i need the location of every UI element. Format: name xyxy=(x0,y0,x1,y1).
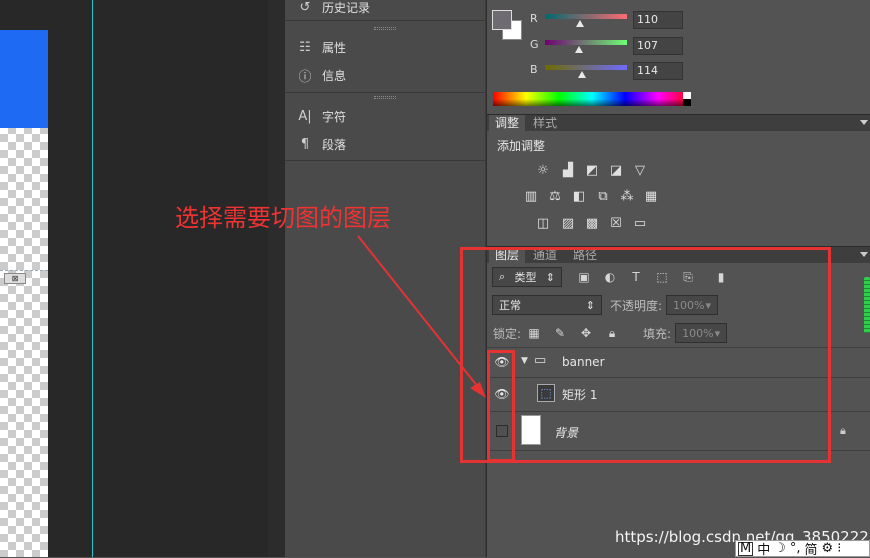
blue-channel-slider[interactable] xyxy=(545,65,627,70)
adjustments-title: 添加调整 xyxy=(497,139,546,153)
posterize-icon[interactable]: ▨ xyxy=(560,217,576,231)
hue-saturation-icon[interactable]: ▥ xyxy=(523,190,539,204)
paragraph-icon: ¶ xyxy=(300,136,310,152)
blue-value-field[interactable]: 114 xyxy=(633,62,683,80)
divider xyxy=(285,160,485,161)
tab-styles[interactable]: 样式 xyxy=(527,115,563,132)
threshold-icon[interactable]: ▩ xyxy=(584,217,600,231)
invert-icon[interactable]: ◫ xyxy=(535,217,551,231)
levels-icon[interactable]: ▟ xyxy=(560,164,576,178)
more-icon[interactable]: ⁝ xyxy=(837,541,841,556)
panel-properties-button[interactable]: ☷ 属性 xyxy=(296,37,346,57)
annotation-box-layers xyxy=(460,247,831,463)
channel-label-r: R xyxy=(530,12,538,25)
panel-label: 字符 xyxy=(322,109,347,124)
ime-mode-icon[interactable]: M xyxy=(738,541,754,556)
panel-label: 属性 xyxy=(322,40,347,55)
black-white-swatch[interactable] xyxy=(683,92,691,106)
curves-icon[interactable]: ◩ xyxy=(584,164,600,178)
channel-mixer-icon[interactable]: ⁂ xyxy=(619,190,635,204)
red-value-field[interactable]: 110 xyxy=(633,11,683,29)
blue-slider-thumb[interactable] xyxy=(577,71,586,78)
divider xyxy=(285,20,485,21)
gear-icon[interactable]: ⚙ xyxy=(822,541,834,556)
gradient-map-icon[interactable]: ▭ xyxy=(632,217,648,231)
panel-grip[interactable] xyxy=(374,27,396,30)
character-text-icon: A| xyxy=(298,108,312,124)
exposure-icon[interactable]: ◪ xyxy=(608,164,624,178)
color-lookup-icon[interactable]: ▦ xyxy=(643,190,659,204)
panel-menu-icon[interactable] xyxy=(860,120,868,125)
punctuation-toggle[interactable]: °, xyxy=(790,541,801,556)
panel-history-button[interactable]: ↺ 历史记录 xyxy=(296,0,370,17)
annotation-text: 选择需要切图的图层 xyxy=(175,204,391,232)
panel-paragraph-button[interactable]: ¶ 段落 xyxy=(296,134,346,154)
info-icon: ⓘ xyxy=(298,69,312,85)
divider xyxy=(285,92,485,93)
simplified-toggle[interactable]: 简 xyxy=(805,539,818,558)
history-brush-icon: ↺ xyxy=(299,0,311,15)
black-white-icon[interactable]: ◧ xyxy=(571,190,587,204)
guide-line[interactable] xyxy=(92,0,93,557)
slice-badge: ⊠ xyxy=(4,273,26,284)
adjustments-tabbar: 调整 样式 xyxy=(487,114,870,132)
properties-sliders-icon: ☷ xyxy=(299,39,311,55)
panel-menu-icon[interactable] xyxy=(860,252,868,257)
annotation-box-visibility xyxy=(487,350,515,462)
panel-label: 段落 xyxy=(322,137,347,152)
vibrance-icon[interactable]: ▽ xyxy=(632,164,648,178)
green-channel-slider[interactable] xyxy=(545,40,627,45)
tab-adjustments[interactable]: 调整 xyxy=(489,115,526,132)
dock-strip xyxy=(268,0,285,557)
color-balance-icon[interactable]: ⚖ xyxy=(547,190,563,204)
ime-chinese-toggle[interactable]: 中 xyxy=(757,539,770,558)
selective-color-icon[interactable]: ☒ xyxy=(608,217,624,231)
panel-character-button[interactable]: A| 字符 xyxy=(296,106,346,126)
banner-shape xyxy=(0,30,48,128)
lock-icon: 🔒︎ xyxy=(840,424,846,437)
panel-label: 信息 xyxy=(322,68,347,83)
red-slider-thumb[interactable] xyxy=(576,20,585,27)
panel-label: 历史记录 xyxy=(322,0,371,15)
slice-boundary xyxy=(0,270,48,271)
panel-info-button[interactable]: ⓘ 信息 xyxy=(296,65,346,85)
green-slider-thumb[interactable] xyxy=(575,46,584,53)
brightness-icon[interactable]: ☼ xyxy=(535,164,551,178)
moon-icon[interactable]: ☽ xyxy=(774,541,786,556)
foreground-color-swatch[interactable] xyxy=(492,10,512,30)
layers-scrollbar[interactable] xyxy=(864,277,870,333)
photo-filter-icon[interactable]: ⧉ xyxy=(595,190,611,204)
channel-label-b: B xyxy=(530,63,538,76)
ime-toolbar[interactable]: M 中 ☽ °, 简 ⚙ ⁝ xyxy=(735,539,870,558)
spectrum-shade xyxy=(493,99,691,106)
red-channel-slider[interactable] xyxy=(545,14,627,19)
panel-grip[interactable] xyxy=(374,96,396,99)
green-value-field[interactable]: 107 xyxy=(633,37,683,55)
channel-label-g: G xyxy=(530,38,539,51)
